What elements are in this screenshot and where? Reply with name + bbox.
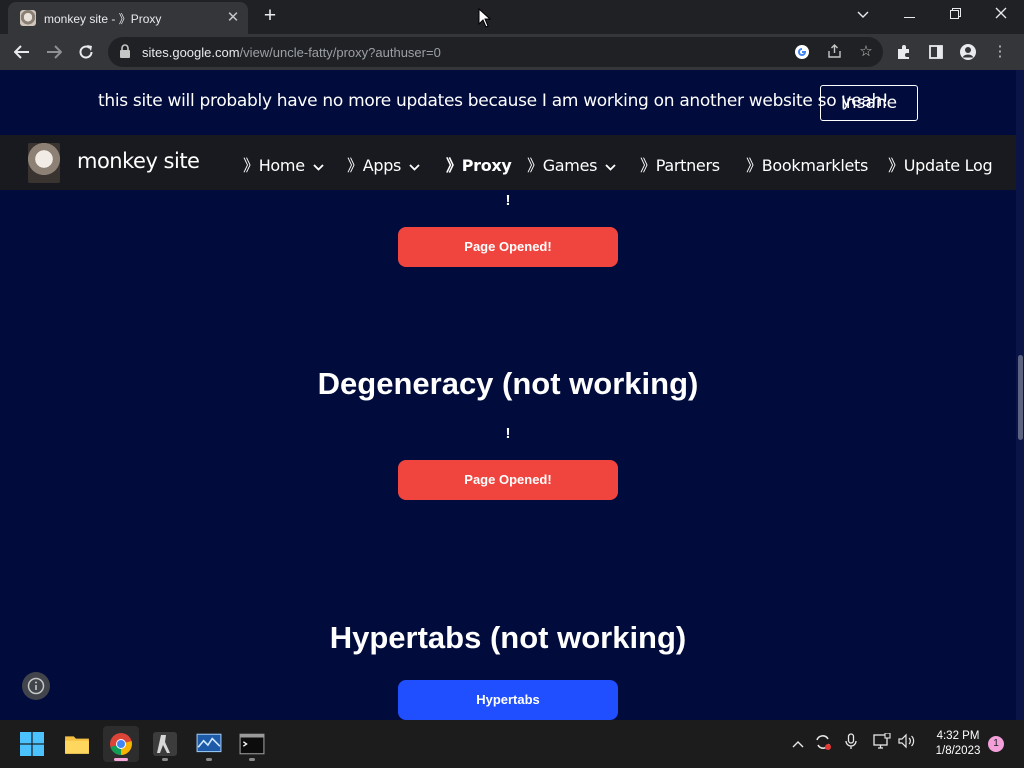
terminal-icon: [239, 733, 265, 755]
chrome-taskbar-button[interactable]: [103, 726, 139, 762]
counter-strike-icon: [153, 732, 177, 756]
browser-toolbar: sites.google.com/view/uncle-fatty/proxy?…: [0, 34, 1024, 70]
side-panel-icon[interactable]: [924, 40, 948, 64]
monkey-logo[interactable]: [28, 143, 60, 183]
chevron-down-icon: [406, 161, 420, 174]
running-indicator: [162, 758, 168, 761]
monkey-favicon-icon: [20, 10, 36, 26]
minimize-button[interactable]: [886, 0, 932, 32]
back-button[interactable]: [8, 38, 36, 66]
new-tab-button[interactable]: +: [258, 5, 282, 29]
address-bar[interactable]: sites.google.com/view/uncle-fatty/proxy?…: [108, 37, 883, 67]
chrome-icon: [110, 733, 132, 755]
volume-icon[interactable]: [896, 733, 918, 755]
monitor-chart-icon: [196, 733, 222, 753]
running-indicator: [206, 758, 212, 761]
start-button[interactable]: [14, 726, 50, 762]
chevron-down-icon: [602, 161, 617, 174]
page-viewport: this site will probably have no more upd…: [0, 70, 1024, 720]
info-icon[interactable]: [22, 672, 50, 700]
google-translate-icon[interactable]: [790, 40, 814, 64]
show-hidden-icons-chevron-icon[interactable]: [787, 733, 809, 755]
section-title-hypertabs: Hypertabs (not working): [329, 620, 687, 655]
banner-text: this site will probably have no more upd…: [98, 91, 889, 111]
game-taskbar-button[interactable]: [147, 726, 183, 762]
microphone-icon[interactable]: [840, 733, 862, 755]
chevron-down-icon: [310, 161, 324, 174]
taskbar-clock[interactable]: 4:32 PM 1/8/2023: [928, 729, 988, 759]
bookmark-star-icon[interactable]: ☆: [854, 40, 878, 64]
tab-search-chevron-icon[interactable]: [840, 0, 886, 32]
nav-item-bookmarklets[interactable]: 》Bookmarklets: [746, 152, 868, 176]
scrollbar-thumb[interactable]: [1018, 355, 1023, 440]
notification-badge[interactable]: 1: [988, 736, 1004, 752]
site-navbar: monkey site 》Home 》Apps 》Proxy 》Games 》P…: [0, 135, 1016, 190]
sync-icon[interactable]: [812, 733, 834, 755]
folder-icon: [65, 736, 89, 754]
tab-strip: monkey site - 》Proxy ✕ +: [0, 0, 1024, 34]
hypertabs-button[interactable]: Hypertabs: [398, 680, 618, 720]
mouse-cursor-icon: [478, 8, 492, 28]
reload-button[interactable]: [72, 38, 100, 66]
page-scrollbar[interactable]: [1016, 70, 1024, 720]
exclamation-text: !: [505, 425, 511, 442]
site-title[interactable]: monkey site: [77, 149, 200, 173]
terminal-taskbar-button[interactable]: [234, 726, 270, 762]
resource-monitor-taskbar-button[interactable]: [191, 726, 227, 762]
running-indicator: [249, 758, 255, 761]
page-opened-button[interactable]: Page Opened!: [398, 460, 618, 500]
tab-title: monkey site - 》Proxy: [44, 12, 162, 26]
close-tab-icon[interactable]: ✕: [224, 9, 242, 27]
nav-item-update-log[interactable]: 》Update Log: [888, 152, 993, 176]
network-icon[interactable]: [871, 732, 893, 755]
nav-item-apps[interactable]: 》Apps: [347, 152, 420, 176]
page-opened-button[interactable]: Page Opened!: [398, 227, 618, 267]
lock-icon: [120, 44, 130, 58]
kebab-menu-icon[interactable]: ⋮: [988, 40, 1012, 64]
nav-item-games[interactable]: 》Games: [527, 152, 617, 176]
forward-button[interactable]: [40, 38, 68, 66]
clock-date: 1/8/2023: [935, 745, 981, 757]
section-title-degeneracy: Degeneracy (not working): [317, 366, 699, 401]
browser-tab[interactable]: monkey site - 》Proxy ✕: [8, 2, 248, 34]
nav-item-partners[interactable]: 》Partners: [640, 152, 720, 176]
windows-logo-icon: [20, 732, 44, 756]
nav-item-proxy[interactable]: 》Proxy: [446, 152, 512, 176]
extensions-puzzle-icon[interactable]: [892, 40, 916, 64]
exclamation-text: !: [505, 192, 511, 209]
clock-time: 4:32 PM: [936, 730, 980, 742]
close-window-button[interactable]: [978, 0, 1024, 32]
url-text: sites.google.com/view/uncle-fatty/proxy?…: [142, 45, 441, 60]
file-explorer-button[interactable]: [59, 726, 95, 762]
windows-taskbar: 4:32 PM 1/8/2023 1: [0, 720, 1024, 768]
nav-item-home[interactable]: 》Home: [243, 152, 324, 176]
restore-button[interactable]: [932, 0, 978, 32]
profile-avatar-icon[interactable]: [956, 40, 980, 64]
insane-button[interactable]: Insane: [820, 85, 918, 121]
share-icon[interactable]: [822, 40, 846, 64]
running-indicator: [114, 758, 128, 761]
announcement-banner: this site will probably have no more upd…: [0, 70, 1016, 135]
